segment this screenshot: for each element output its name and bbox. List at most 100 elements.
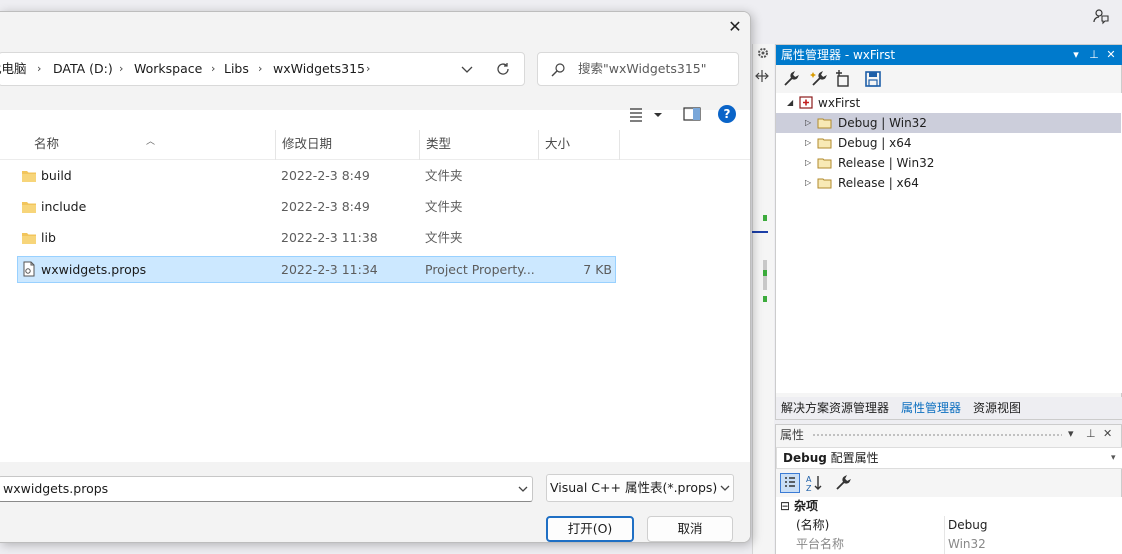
folder-icon (817, 118, 832, 129)
tab-property-manager[interactable]: 属性管理器 (901, 397, 961, 419)
column-size[interactable]: 大小 (545, 130, 570, 160)
file-modified: 2022-2-3 11:38 (281, 230, 378, 245)
category-row[interactable]: ⊟ 杂项 (776, 497, 1122, 516)
column-divider[interactable] (619, 130, 620, 160)
file-type-select[interactable]: Visual C++ 属性表(*.props) (546, 474, 734, 502)
wrench-icon[interactable] (834, 474, 852, 492)
object-selector[interactable]: Debug 配置属性 ▾ (776, 447, 1122, 469)
property-manager-title-text: 属性管理器 - wxFirst (781, 48, 896, 62)
dropdown-icon[interactable]: ▾ (1068, 427, 1074, 440)
folder-icon (817, 158, 832, 169)
split-icon[interactable] (754, 68, 770, 84)
dialog-close-button[interactable]: ✕ (722, 15, 748, 39)
cancel-button[interactable]: 取消 (647, 516, 733, 542)
address-bar[interactable]: 此电脑 › DATA (D:) › Workspace › Libs › wxW… (0, 52, 525, 86)
filename-value: wxwidgets.props (3, 481, 109, 496)
grid-divider (944, 516, 945, 554)
open-button[interactable]: 打开(O) (546, 516, 634, 542)
file-size (537, 194, 612, 219)
file-modified: 2022-2-3 11:34 (281, 262, 378, 277)
chevron-down-icon[interactable] (517, 482, 529, 496)
preview-pane-icon[interactable] (682, 104, 702, 124)
chevron-down-icon[interactable] (719, 482, 731, 494)
file-name: lib (41, 230, 56, 245)
dropdown-icon[interactable]: ▾ (1068, 45, 1084, 65)
file-name: include (41, 199, 87, 214)
categorized-icon[interactable] (780, 473, 800, 493)
column-modified[interactable]: 修改日期 (282, 130, 332, 160)
chevron-right-icon[interactable]: › (119, 53, 123, 85)
gear-icon[interactable] (756, 46, 770, 60)
tree-item-config[interactable]: ▷ Debug | x64 (776, 133, 1121, 153)
view-options-icon[interactable] (628, 104, 666, 124)
column-divider[interactable] (538, 130, 539, 160)
search-input[interactable]: 搜索"wxWidgets315" (537, 52, 739, 86)
properties-title-text: 属性 (780, 428, 805, 442)
filename-input[interactable]: wxwidgets.props (0, 476, 533, 502)
column-divider[interactable] (419, 130, 420, 160)
file-type: 文件夹 (425, 199, 463, 214)
refresh-icon[interactable] (495, 61, 511, 77)
expand-icon[interactable]: ▷ (805, 153, 811, 173)
panel-tabs: 解决方案资源管理器 属性管理器 资源视图 (776, 397, 1122, 419)
file-size: 7 KB (583, 262, 612, 277)
property-manager-panel: 属性管理器 - wxFirst ▾ ⊥ ✕ ◢ wxFirst ▷ Debug … (775, 44, 1122, 420)
tab-resource-view[interactable]: 资源视图 (973, 397, 1021, 419)
breadcrumb-current[interactable]: wxWidgets315 (273, 53, 365, 85)
tree-item-project[interactable]: ◢ wxFirst (776, 93, 1121, 113)
column-type[interactable]: 类型 (426, 130, 451, 160)
chevron-right-icon[interactable]: › (211, 53, 215, 85)
feedback-icon[interactable] (1092, 7, 1110, 25)
breadcrumb-this-pc[interactable]: 此电脑 (0, 53, 27, 85)
breadcrumb-libs[interactable]: Libs (224, 53, 249, 85)
property-value: Win32 (948, 537, 986, 551)
breadcrumb-drive[interactable]: DATA (D:) (53, 53, 113, 85)
new-property-sheet-icon[interactable] (810, 70, 828, 88)
file-size (537, 163, 612, 188)
file-type: Project Property... (425, 262, 535, 277)
add-existing-property-sheet-icon[interactable] (834, 70, 852, 88)
property-tree-empty-area (776, 193, 1122, 393)
breadcrumb-workspace[interactable]: Workspace (134, 53, 202, 85)
tree-item-config[interactable]: ▷ Debug | Win32 (776, 113, 1121, 133)
close-icon[interactable]: ✕ (1103, 45, 1119, 65)
tree-item-config[interactable]: ▷ Release | Win32 (776, 153, 1121, 173)
tree-item-label: Release | x64 (838, 176, 919, 190)
expand-icon[interactable]: ▷ (805, 173, 811, 193)
column-name[interactable]: 名称 (34, 130, 59, 160)
chevron-right-icon[interactable]: › (366, 53, 370, 85)
folder-icon (22, 171, 36, 182)
search-icon (551, 63, 565, 77)
pin-icon[interactable]: ⊥ (1086, 427, 1096, 440)
file-row-include[interactable]: include 2022-2-3 8:49 文件夹 (17, 194, 616, 221)
collapse-icon[interactable]: ⊟ (780, 497, 790, 516)
file-open-dialog: ✕ 此电脑 › DATA (D:) › Workspace › Libs › w… (0, 11, 751, 543)
expand-icon[interactable]: ▷ (805, 133, 811, 153)
close-icon[interactable]: ✕ (1103, 427, 1112, 440)
property-row[interactable]: 平台名称 Win32 (776, 535, 1122, 554)
drag-handle[interactable] (812, 433, 1062, 438)
chevron-right-icon[interactable]: › (37, 53, 41, 85)
file-row-wxwidgets-props[interactable]: wxwidgets.props 2022-2-3 11:34 Project P… (17, 256, 616, 283)
file-row-lib[interactable]: lib 2022-2-3 11:38 文件夹 (17, 225, 616, 252)
cpp-project-icon (799, 96, 813, 109)
file-row-build[interactable]: build 2022-2-3 8:49 文件夹 (17, 163, 616, 190)
alphabetical-icon[interactable]: AZ (804, 473, 824, 493)
chevron-right-icon[interactable]: › (258, 53, 262, 85)
chevron-down-icon[interactable] (459, 53, 475, 85)
save-icon[interactable] (864, 70, 882, 88)
tree-item-config[interactable]: ▷ Release | x64 (776, 173, 1121, 193)
property-key: 平台名称 (796, 537, 845, 551)
column-divider[interactable] (275, 130, 276, 160)
search-placeholder: 搜索"wxWidgets315" (578, 61, 707, 76)
folder-icon (22, 202, 36, 213)
collapse-icon[interactable]: ◢ (787, 93, 793, 113)
file-size (537, 225, 612, 250)
help-icon[interactable]: ? (718, 105, 736, 123)
wrench-icon[interactable] (782, 70, 800, 88)
pin-icon[interactable]: ⊥ (1086, 45, 1102, 65)
tab-solution-explorer[interactable]: 解决方案资源管理器 (781, 397, 889, 419)
expand-icon[interactable]: ▷ (805, 113, 811, 133)
svg-text:A: A (806, 475, 812, 484)
property-row[interactable]: (名称) Debug (776, 516, 1122, 535)
